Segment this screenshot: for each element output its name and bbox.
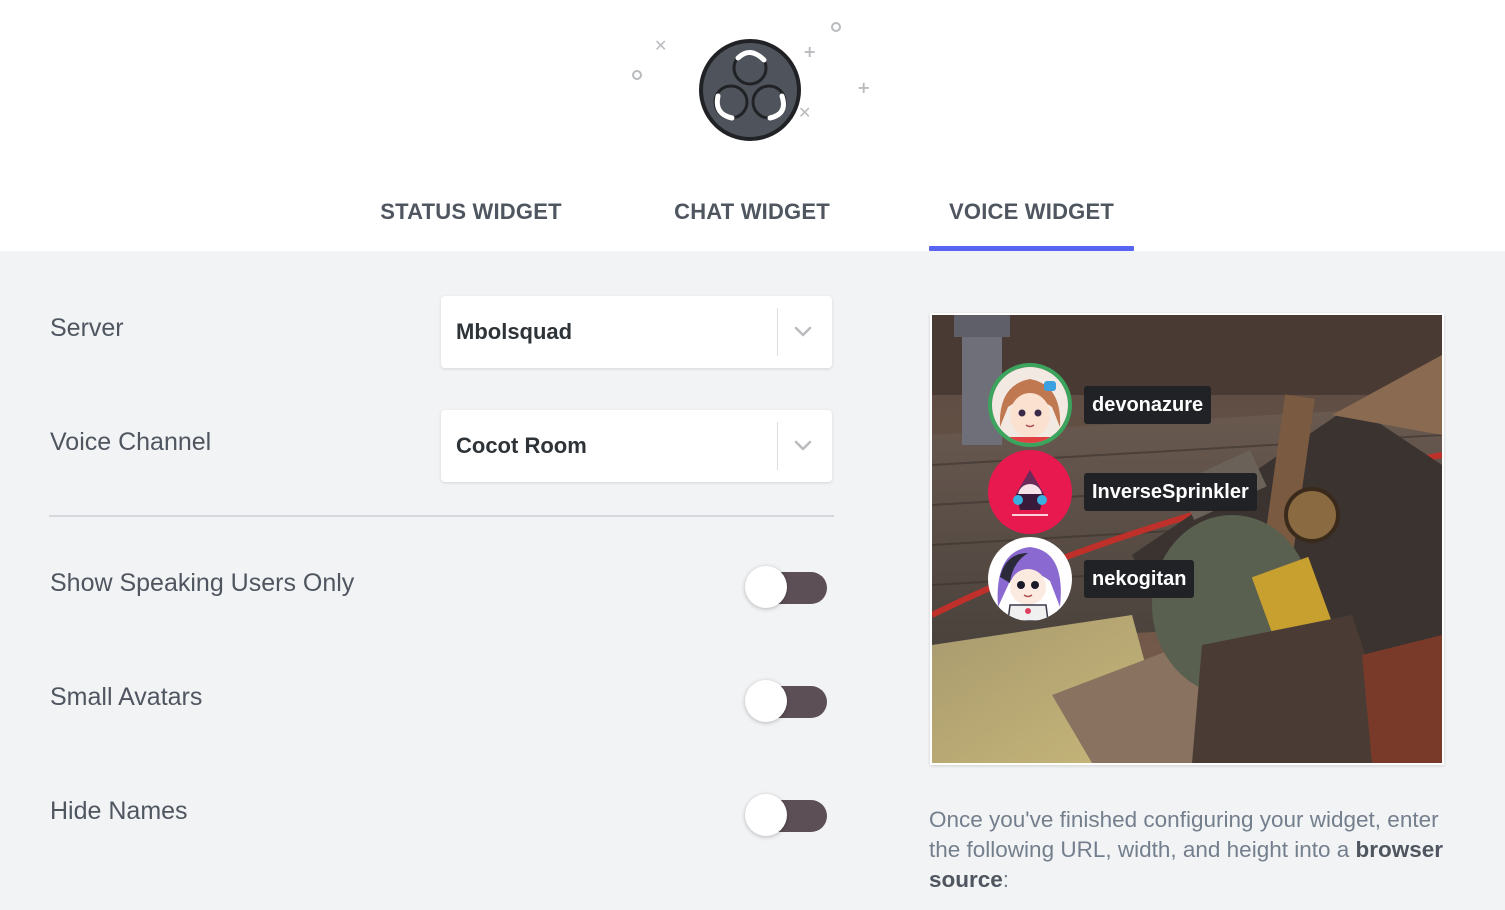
- small-avatars-toggle[interactable]: [745, 680, 827, 724]
- small-avatars-label: Small Avatars: [50, 683, 203, 711]
- voice-channel-select[interactable]: Cocot Room: [441, 410, 832, 482]
- logo-area: ✕ + + ✕: [620, 10, 880, 160]
- hide-names-label: Hide Names: [50, 797, 188, 825]
- setup-instructions: Once you've finished configuring your wi…: [929, 805, 1449, 895]
- toggle-knob: [745, 680, 787, 722]
- member-name: devonazure: [1084, 386, 1212, 424]
- voice-member: devonazure: [988, 363, 1428, 447]
- settings-divider: [49, 515, 834, 517]
- avatar: [988, 363, 1072, 447]
- tab-status-widget[interactable]: STATUS WIDGET: [371, 190, 571, 251]
- widget-tabs: STATUS WIDGET CHAT WIDGET VOICE WIDGET: [0, 190, 1505, 251]
- plus-icon: +: [857, 78, 871, 97]
- avatar: [988, 450, 1072, 534]
- obs-logo-icon: [699, 39, 801, 141]
- toggle-knob: [745, 794, 787, 836]
- hide-names-toggle[interactable]: [745, 794, 827, 838]
- widget-header: ✕ + + ✕ STATUS WIDGET CHAT WIDGET VOICE …: [0, 0, 1505, 251]
- avatar: [988, 537, 1072, 621]
- plus-icon: +: [803, 42, 817, 61]
- select-separator: [777, 308, 778, 356]
- select-separator: [777, 422, 778, 470]
- circle-decoration-icon: [831, 22, 841, 32]
- voice-member: nekogitan: [988, 537, 1428, 621]
- voice-channel-label: Voice Channel: [50, 428, 212, 456]
- circle-decoration-icon: [632, 70, 642, 80]
- chevron-down-icon[interactable]: [789, 318, 817, 346]
- sparkle-icon: ✕: [654, 36, 668, 55]
- voice-channel-select-value: Cocot Room: [456, 433, 587, 458]
- member-name: nekogitan: [1084, 560, 1195, 598]
- chevron-down-icon[interactable]: [789, 432, 817, 460]
- tab-chat-widget[interactable]: CHAT WIDGET: [664, 190, 840, 251]
- tab-voice-widget[interactable]: VOICE WIDGET: [929, 190, 1134, 251]
- member-name: InverseSprinkler: [1084, 473, 1257, 511]
- server-select-value: Mbolsquad: [456, 319, 573, 344]
- show-speaking-users-only-toggle[interactable]: [745, 566, 827, 610]
- instructions-suffix: :: [1002, 867, 1010, 892]
- voice-member: InverseSprinkler: [988, 450, 1428, 534]
- toggle-knob: [745, 566, 787, 608]
- server-label: Server: [50, 314, 124, 342]
- voice-widget-preview: devonazure InverseSprinkler nekogitan: [930, 313, 1444, 765]
- server-select[interactable]: Mbolsquad: [441, 296, 832, 368]
- show-speaking-users-only-label: Show Speaking Users Only: [50, 569, 355, 597]
